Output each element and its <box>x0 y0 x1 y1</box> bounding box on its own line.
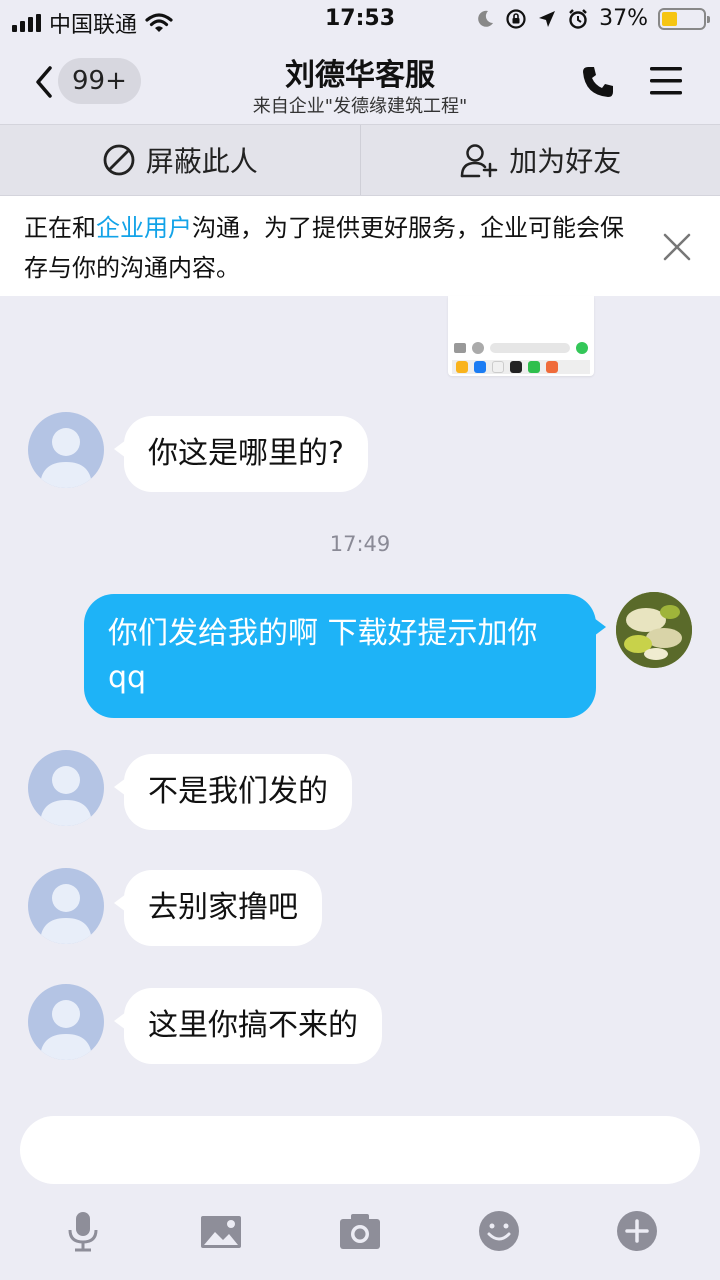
thumbnail-input-row <box>454 342 588 354</box>
microphone-icon[interactable] <box>60 1208 106 1254</box>
plus-icon[interactable] <box>614 1208 660 1254</box>
block-user-button[interactable]: 屏蔽此人 <box>0 125 360 195</box>
default-avatar-icon <box>40 1000 92 1060</box>
alarm-icon <box>569 8 587 29</box>
composer-toolbar <box>0 1198 720 1264</box>
notice-prefix: 正在和 <box>24 214 96 242</box>
notice-enterprise-link[interactable]: 企业用户 <box>96 214 192 242</box>
incoming-message-bubble[interactable]: 去别家撸吧 <box>114 870 322 946</box>
incoming-message-bubble[interactable]: 这里你搞不来的 <box>114 988 382 1064</box>
status-right: 37% <box>475 6 710 31</box>
emoji-icon[interactable] <box>476 1208 522 1254</box>
status-bar: 中国联通 17:53 37% <box>0 0 720 40</box>
block-user-label: 屏蔽此人 <box>145 145 258 178</box>
contact-avatar[interactable] <box>28 984 104 1060</box>
contact-avatar[interactable] <box>28 412 104 488</box>
enterprise-notice: 正在和企业用户沟通，为了提供更好服务，企业可能会保存与你的沟通内容。 <box>0 196 720 296</box>
phone-icon[interactable] <box>580 64 616 100</box>
user-photo-avatar <box>616 592 692 668</box>
thumbnail-app-dock <box>452 360 590 374</box>
camera-icon[interactable] <box>337 1208 383 1254</box>
add-friend-label: 加为好友 <box>509 145 622 178</box>
default-avatar-icon <box>40 884 92 944</box>
nav-bar: 99+ 刘德华客服 来自企业"发德缘建筑工程" <box>0 40 720 124</box>
action-bar: 屏蔽此人 加为好友 <box>0 124 720 196</box>
image-icon[interactable] <box>198 1208 244 1254</box>
battery-icon <box>658 7 710 30</box>
message-timestamp: 17:49 <box>329 532 391 556</box>
incoming-message-bubble[interactable]: 不是我们发的 <box>114 754 352 830</box>
battery-fill <box>662 11 677 26</box>
location-icon <box>539 10 556 27</box>
menu-icon[interactable] <box>648 64 684 98</box>
moon-icon <box>478 10 494 27</box>
default-avatar-icon <box>40 766 92 826</box>
default-avatar-icon <box>40 428 92 488</box>
rotation-lock-icon <box>506 8 526 29</box>
contact-avatar[interactable] <box>28 750 104 826</box>
battery-percent: 37% <box>599 6 648 31</box>
image-message-thumbnail[interactable] <box>448 296 594 376</box>
contact-avatar[interactable] <box>28 868 104 944</box>
outgoing-message-bubble[interactable]: 你们发给我的啊 下载好提示加你qq <box>84 594 606 718</box>
add-friend-button[interactable]: 加为好友 <box>359 125 720 195</box>
close-icon[interactable] <box>662 232 692 262</box>
incoming-message-bubble[interactable]: 你这是哪里的? <box>114 416 368 492</box>
my-avatar[interactable] <box>616 592 692 668</box>
add-user-icon <box>460 144 498 178</box>
message-input[interactable] <box>20 1116 700 1184</box>
block-icon <box>103 144 135 176</box>
composer <box>0 1100 720 1280</box>
